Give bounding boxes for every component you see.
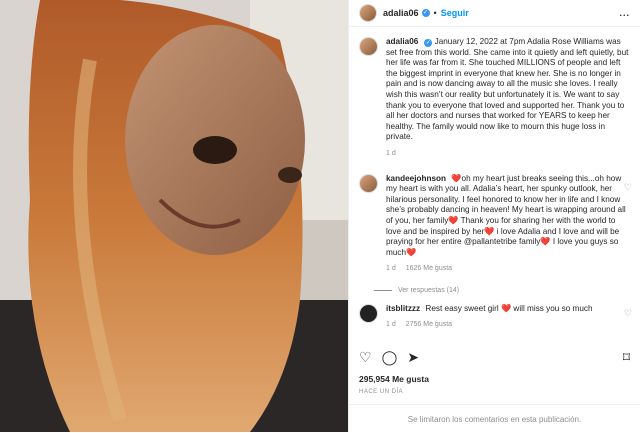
heart-icon[interactable]: ♡ bbox=[359, 349, 372, 366]
share-icon[interactable]: ➤ bbox=[407, 349, 419, 366]
comments-feed[interactable]: adalia06 ✓ January 12, 2022 at 7pm Adalia… bbox=[349, 27, 640, 339]
comment-item: kandeejohnson ❤️oh my heart just breaks … bbox=[349, 164, 640, 279]
header-username[interactable]: adalia06 bbox=[383, 8, 419, 18]
comment-time[interactable]: 1 d bbox=[386, 320, 396, 331]
verified-badge-icon: ✓ bbox=[424, 39, 433, 47]
comment-item: itsblitzzz Rest easy sweet girl ❤️ will … bbox=[349, 294, 640, 335]
separator-dot: • bbox=[433, 8, 437, 18]
view-replies-label[interactable]: Ver respuestas (14) bbox=[398, 287, 459, 294]
caption-time[interactable]: 1 d bbox=[386, 149, 396, 160]
comment-icon[interactable]: ◯ bbox=[382, 349, 398, 366]
comment-username[interactable]: kandeejohnson bbox=[386, 174, 446, 183]
caption-username[interactable]: adalia06 bbox=[386, 37, 418, 46]
avatar[interactable] bbox=[359, 303, 378, 323]
divider bbox=[374, 289, 392, 291]
comment-like-icon[interactable]: ♡ bbox=[624, 182, 632, 193]
follow-button[interactable]: Seguir bbox=[441, 8, 469, 18]
post-header: adalia06 ✓ • Seguir ... bbox=[349, 0, 640, 27]
comments-limited-notice: Se limitaron los comentarios en esta pub… bbox=[349, 404, 640, 433]
avatar[interactable] bbox=[359, 4, 377, 22]
photo-image bbox=[0, 0, 348, 432]
comment-like-icon[interactable]: ♡ bbox=[624, 308, 632, 319]
instagram-post: adalia06 ✓ • Seguir ... adalia06 ✓ Januar… bbox=[0, 0, 640, 432]
view-replies[interactable]: Ver respuestas (14) bbox=[349, 287, 640, 294]
caption-text: January 12, 2022 at 7pm Adalia Rose Will… bbox=[386, 37, 629, 142]
comment-likes[interactable]: 2756 Me gusta bbox=[406, 320, 452, 331]
avatar[interactable] bbox=[359, 37, 378, 56]
post-date[interactable]: HACE UN DÍA bbox=[359, 389, 403, 395]
comment-likes[interactable]: 1626 Me gusta bbox=[406, 264, 452, 275]
comment-text: ❤️oh my heart just breaks seeing this...… bbox=[386, 173, 626, 257]
more-options-icon[interactable]: ... bbox=[619, 8, 630, 18]
caption: adalia06 ✓ January 12, 2022 at 7pm Adalia… bbox=[349, 27, 640, 164]
avatar[interactable] bbox=[359, 173, 378, 193]
likes-count[interactable]: 295,954 Me gusta bbox=[359, 374, 429, 384]
post-photo[interactable] bbox=[0, 0, 348, 432]
comment-username[interactable]: itsblitzzz bbox=[386, 304, 420, 313]
comment-time[interactable]: 1 d bbox=[386, 264, 396, 275]
bookmark-icon[interactable]: ⌑ bbox=[623, 349, 630, 366]
comment-text: Rest easy sweet girl ❤️ will miss you so… bbox=[425, 303, 593, 313]
action-bar: ♡ ◯ ➤ ⌑ bbox=[359, 346, 630, 368]
post-panel: adalia06 ✓ • Seguir ... adalia06 ✓ Januar… bbox=[348, 0, 640, 432]
verified-badge-icon: ✓ bbox=[421, 9, 430, 17]
